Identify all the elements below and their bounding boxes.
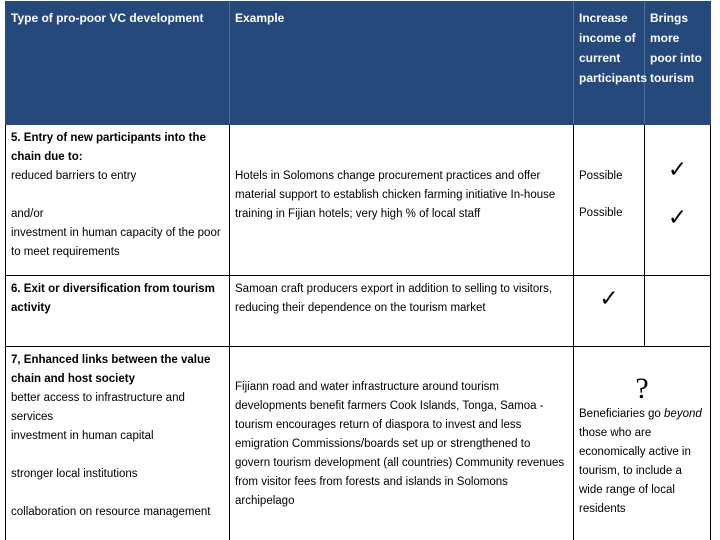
row5-subpoint-3: investment in human capacity of the poor… [11, 227, 221, 258]
row7-merged-assessment-cell: ? Beneficiaries go beyond those who are … [573, 346, 711, 540]
row7-qmark-spacer [579, 351, 705, 373]
row7-title: 7, Enhanced links between the value chai… [11, 354, 211, 385]
header-cell-example: Example [229, 1, 574, 125]
row7-note-after: those who are economically active in tou… [579, 427, 691, 515]
row5-income-value-1: Possible [579, 170, 623, 182]
row5-example-spacer [235, 129, 568, 167]
row5-subpoint-1: reduced barriers to entry [11, 170, 137, 182]
row7-merged-note: Beneficiaries go beyond those who are ec… [579, 405, 705, 519]
table-row: 6. Exit or diversification from tourism … [5, 275, 711, 347]
row5-title: 5. Entry of new participants into the ch… [11, 132, 206, 163]
row5-income-spacer-1 [579, 129, 639, 167]
row5-example-1: Hotels in Solomons change procurement pr… [235, 170, 541, 201]
row5-example-cell: Hotels in Solomons change procurement pr… [229, 124, 574, 276]
row5-type-cell: 5. Entry of new participants into the ch… [5, 124, 230, 276]
checkmark-icon: ✓ [667, 205, 688, 231]
row7-subpoint-3: stronger local institutions [11, 468, 138, 480]
table-row: 5. Entry of new participants into the ch… [5, 124, 711, 276]
row7-example-cell: Fijiann road and water infrastructure ar… [229, 346, 574, 540]
table-row: 7, Enhanced links between the value chai… [5, 346, 711, 540]
row5-income-value-2: Possible [579, 207, 623, 219]
row7-subpoint-1: better access to infrastructure and serv… [11, 392, 185, 423]
row5-income-spacer-2 [579, 186, 639, 204]
table-header-row: Type of pro-poor VC development Example … [5, 1, 711, 125]
row5-increase-income-cell: Possible Possible [573, 124, 645, 276]
row5-tick-spacer-1 [650, 129, 705, 159]
row6-example-1: Samoan craft producers export in additio… [235, 283, 553, 314]
row7-example-spacer [235, 351, 568, 378]
header-cell-increase-income: Increase income of current participants [573, 1, 647, 125]
pro-poor-vc-table: Type of pro-poor VC development Example … [5, 1, 711, 540]
row5-brings-more-poor-cell: ✓ ✓ [644, 124, 711, 276]
row7-subpoint-4: collaboration on resource management [11, 506, 211, 518]
question-mark-icon: ? [635, 372, 649, 405]
checkmark-icon: ✓ [599, 286, 619, 312]
row6-brings-more-poor-cell [644, 275, 711, 347]
row7-gap-2 [11, 484, 224, 503]
checkmark-icon: ✓ [667, 157, 688, 183]
row5-tick-spacer-2 [650, 182, 705, 207]
row7-note-italic: beyond [664, 408, 702, 420]
row6-increase-income-cell: ✓ [573, 275, 645, 347]
row7-note-before: Beneficiaries go [579, 408, 665, 420]
slide-canvas: Type of pro-poor VC development Example … [0, 0, 720, 540]
row7-gap-1 [11, 446, 224, 465]
header-cell-brings-more-poor: Brings more poor into tourism [644, 1, 711, 125]
header-cell-type: Type of pro-poor VC development [5, 1, 230, 125]
row6-example-cell: Samoan craft producers export in additio… [229, 275, 574, 347]
row5-gap [11, 186, 224, 205]
row7-subpoint-2: investment in human capital [11, 430, 154, 442]
row6-title: 6. Exit or diversification from tourism … [11, 283, 215, 314]
row7-type-cell: 7, Enhanced links between the value chai… [5, 346, 230, 540]
row5-subpoint-2: and/or [11, 208, 44, 220]
row6-type-cell: 6. Exit or diversification from tourism … [5, 275, 230, 347]
